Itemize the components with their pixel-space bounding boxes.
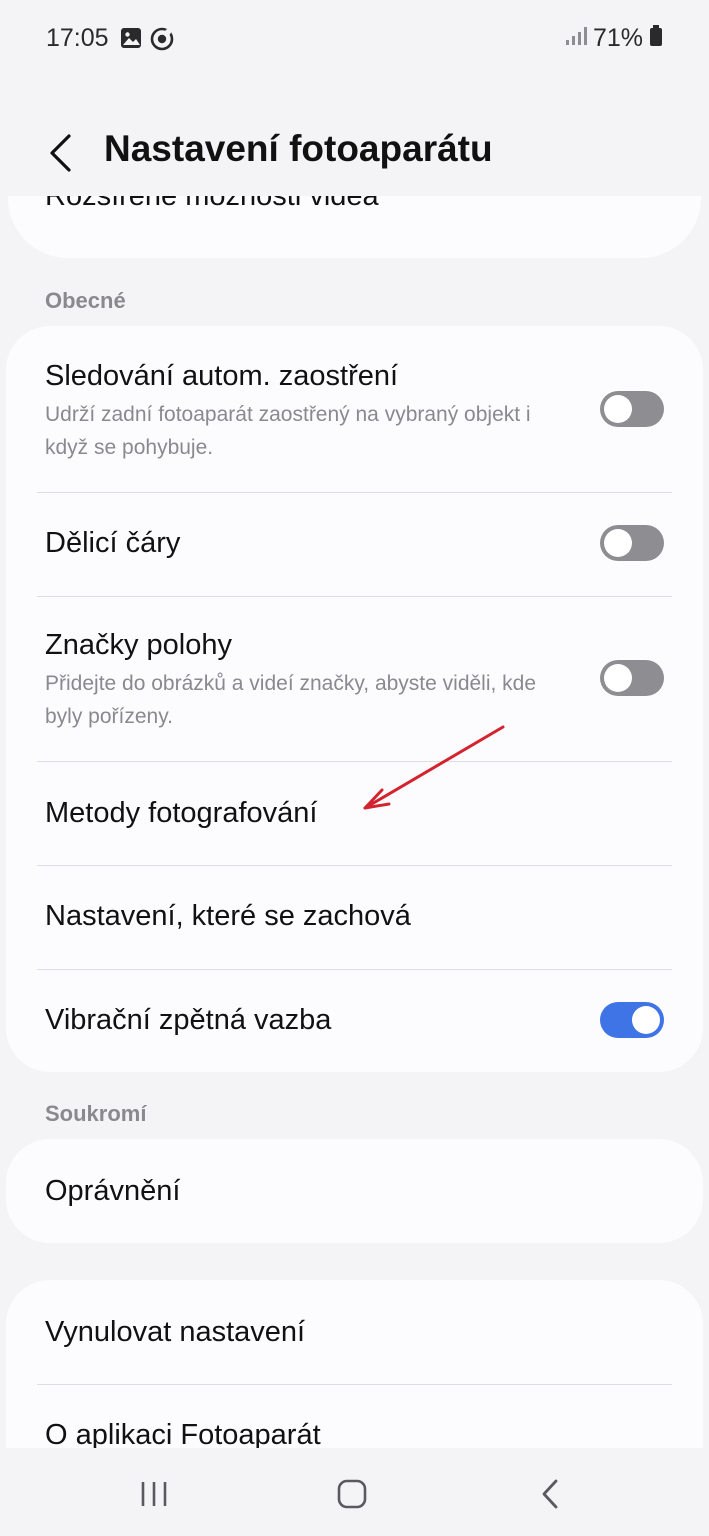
back-nav-icon <box>542 1479 558 1509</box>
back-button[interactable] <box>38 126 82 180</box>
status-time: 17:05 <box>46 24 109 52</box>
signal-icon <box>565 26 587 51</box>
status-notification-icons <box>120 27 174 56</box>
privacy-settings-card: Oprávnění <box>6 1139 703 1243</box>
setting-location-tags[interactable]: Značky polohy Přidejte do obrázků a vide… <box>6 597 703 761</box>
toggle-knob <box>604 529 632 557</box>
recent-apps-button[interactable] <box>124 1476 184 1512</box>
back-arrow-icon <box>50 134 71 172</box>
setting-reset-settings[interactable]: Vynulovat nastavení <box>6 1280 703 1384</box>
setting-title: Vibrační zpětná vazba <box>45 1004 332 1036</box>
setting-title: Metody fotografování <box>45 797 318 829</box>
back-nav-button[interactable] <box>520 1476 580 1512</box>
setting-title: Nastavení, které se zachová <box>45 900 411 932</box>
setting-about-camera[interactable]: O aplikaci Fotoaparát <box>6 1385 703 1448</box>
partial-settings-card[interactable]: Rozšířené možnosti videa <box>8 196 701 258</box>
toggle-knob <box>604 395 632 423</box>
home-icon <box>337 1479 367 1509</box>
setting-title: Značky polohy <box>45 629 232 661</box>
setting-title: Sledování autom. zaostření <box>45 360 399 392</box>
status-right-group: 71% <box>565 24 663 53</box>
home-button[interactable] <box>322 1476 382 1512</box>
general-settings-card: Sledování autom. zaostření Udrží zadní f… <box>6 326 703 1072</box>
battery-icon <box>649 25 663 52</box>
setting-title: Dělicí čáry <box>45 527 181 559</box>
camera-notification-icon <box>150 27 174 56</box>
setting-tracking-autofocus[interactable]: Sledování autom. zaostření Udrží zadní f… <box>6 326 703 492</box>
toggle-knob <box>604 664 632 692</box>
setting-title: Vynulovat nastavení <box>45 1316 306 1348</box>
setting-grid-lines[interactable]: Dělicí čáry <box>6 493 703 596</box>
advanced-video-options-item[interactable]: Rozšířené možnosti videa <box>45 196 379 213</box>
other-settings-card: Vynulovat nastavení O aplikaci Fotoapará… <box>6 1280 703 1448</box>
toggle-knob <box>632 1006 660 1034</box>
setting-description: Přidejte do obrázků a videí značky, abys… <box>45 672 537 728</box>
settings-list[interactable]: Rozšířené možnosti videa Obecné Sledován… <box>0 196 709 1448</box>
page-title: Nastavení fotoaparátu <box>104 128 493 169</box>
setting-description: Udrží zadní fotoaparát zaostřený na vybr… <box>45 403 531 459</box>
setting-settings-to-keep[interactable]: Nastavení, které se zachová <box>6 866 703 969</box>
app-header: Nastavení fotoaparátu <box>0 118 709 188</box>
setting-shooting-methods[interactable]: Metody fotografování <box>6 762 703 865</box>
section-label-general: Obecné <box>45 288 126 313</box>
status-bar: 17:05 71% <box>0 0 709 80</box>
location-tags-toggle[interactable] <box>600 660 664 696</box>
setting-vibration-feedback[interactable]: Vibrační zpětná vazba <box>6 970 703 1072</box>
recent-apps-icon <box>141 1482 167 1506</box>
grid-lines-toggle[interactable] <box>600 525 664 561</box>
tracking-autofocus-toggle[interactable] <box>600 391 664 427</box>
section-label-privacy: Soukromí <box>45 1101 147 1126</box>
system-navigation-bar <box>0 1448 709 1536</box>
gallery-notification-icon <box>120 27 142 56</box>
setting-title: Oprávnění <box>45 1175 181 1207</box>
vibration-feedback-toggle[interactable] <box>600 1002 664 1038</box>
setting-title: O aplikaci Fotoaparát <box>45 1419 321 1448</box>
setting-permissions[interactable]: Oprávnění <box>6 1139 703 1243</box>
battery-percentage: 71% <box>592 24 643 52</box>
